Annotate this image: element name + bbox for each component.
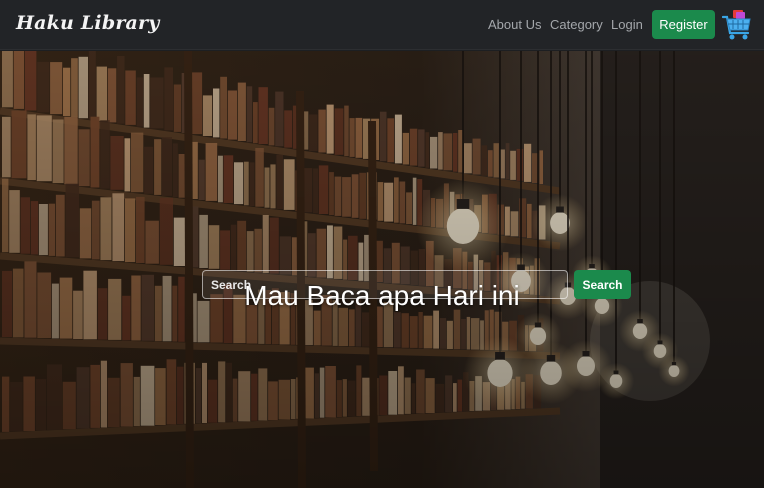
nav-link-about-us[interactable]: About Us <box>488 17 541 32</box>
navbar: Haku Library About Us Category Login Reg… <box>0 0 764 50</box>
brand-logo[interactable]: Haku Library <box>16 12 160 34</box>
shopping-cart-icon[interactable] <box>721 9 752 41</box>
nav-link-login[interactable]: Login <box>611 17 643 32</box>
search-button[interactable]: Search <box>574 270 631 299</box>
search-input[interactable] <box>202 270 568 299</box>
nav-link-category[interactable]: Category <box>550 17 603 32</box>
register-button[interactable]: Register <box>652 10 715 39</box>
